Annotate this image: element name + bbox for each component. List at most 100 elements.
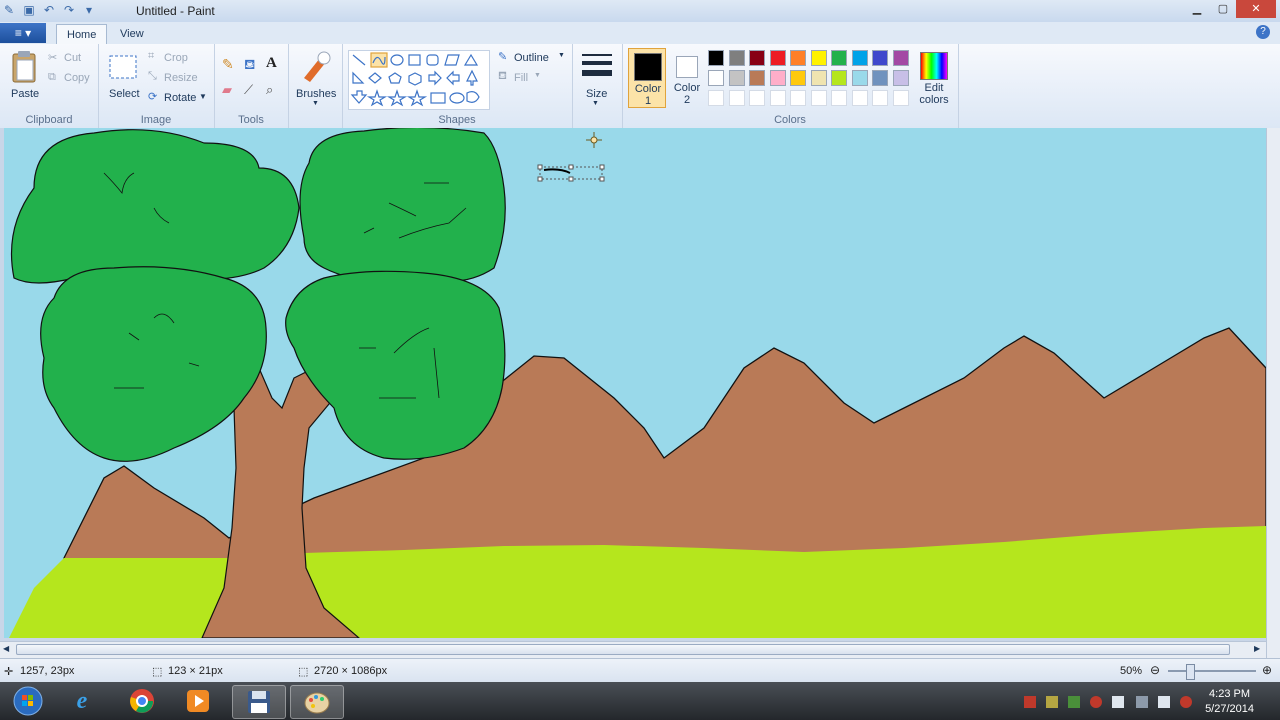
palette-swatch[interactable] <box>728 50 745 66</box>
tray-icon-2[interactable] <box>1046 696 1058 708</box>
palette-swatch[interactable] <box>728 70 745 86</box>
tray-icon-3[interactable] <box>1068 696 1080 708</box>
brushes-button[interactable]: Brushes ▼ <box>292 48 338 108</box>
minimize-button[interactable]: ▁ <box>1184 0 1210 18</box>
palette-swatch[interactable] <box>769 50 786 66</box>
paint-app-icon[interactable]: ✎ <box>2 3 16 17</box>
palette-swatch[interactable] <box>831 50 847 66</box>
shapes-icon <box>350 52 480 107</box>
battery-icon[interactable] <box>1158 696 1170 708</box>
fill-label: Fill <box>514 72 529 84</box>
tab-view[interactable]: View <box>110 24 154 44</box>
custom-color-slot[interactable] <box>810 90 827 106</box>
color-picker-icon[interactable]: ⟋ <box>244 82 253 98</box>
edit-colors-button[interactable]: Edit colors <box>914 48 954 108</box>
network-icon[interactable] <box>1136 696 1148 708</box>
palette-swatch[interactable] <box>810 70 827 86</box>
custom-color-slot[interactable] <box>892 90 909 106</box>
fill-bucket-icon[interactable]: ⛾ <box>244 56 255 75</box>
taskbar-internet-explorer[interactable]: e <box>56 685 108 717</box>
custom-color-slot[interactable] <box>872 90 888 106</box>
zoom-out-icon[interactable]: ⊖ <box>1150 663 1160 677</box>
fill-button[interactable]: ⛾ Fill ▼ <box>498 70 568 86</box>
custom-color-slot[interactable] <box>790 90 806 106</box>
zoom-in-icon[interactable]: ⊕ <box>1262 663 1272 677</box>
palette-swatch[interactable] <box>851 50 868 66</box>
palette-swatch[interactable] <box>831 70 847 86</box>
drawing-canvas[interactable] <box>4 128 1266 638</box>
magnifier-icon[interactable]: ⌕ <box>266 82 273 98</box>
resize-button[interactable]: ⤡ Resize <box>148 70 208 86</box>
taskbar-chrome[interactable] <box>116 685 168 717</box>
palette-swatch[interactable] <box>872 50 888 66</box>
custom-color-slot[interactable] <box>728 90 745 106</box>
clipboard-group: Paste ✂ Cut ⧉ Copy Clipboard <box>0 44 99 128</box>
maximize-button[interactable]: ▢ <box>1210 0 1236 18</box>
tray-icon-1[interactable] <box>1024 696 1036 708</box>
save-icon[interactable]: ▣ <box>22 3 36 17</box>
taskbar-media-player[interactable] <box>172 685 224 717</box>
tray-icon-4[interactable] <box>1090 696 1102 708</box>
size-button[interactable]: Size ▼ <box>578 48 616 108</box>
palette-swatch[interactable] <box>749 70 765 86</box>
shapes-gallery[interactable] <box>348 50 490 110</box>
rotate-button[interactable]: ⟳ Rotate ▼ <box>148 90 208 106</box>
eraser-icon[interactable]: ▰ <box>222 82 232 98</box>
palette-swatch[interactable] <box>749 50 765 66</box>
crop-button[interactable]: ⌗ Crop <box>148 50 208 66</box>
close-button[interactable]: ✕ <box>1236 0 1276 18</box>
palette-swatch[interactable] <box>892 70 909 86</box>
title-bar: ✎ ▣ ↶ ↷ ▾ Untitled - Paint ▁ ▢ ✕ <box>0 0 1280 22</box>
scroll-right-icon[interactable]: ▶ <box>1254 644 1260 653</box>
customize-icon[interactable]: ▾ <box>82 3 96 17</box>
palette-swatch[interactable] <box>851 70 868 86</box>
taskbar-clock[interactable]: 4:23 PM 5/27/2014 <box>1205 687 1254 717</box>
palette-swatch[interactable] <box>708 50 724 66</box>
custom-color-slot[interactable] <box>708 90 724 106</box>
outline-button[interactable]: ✎ Outline ▼ <box>498 50 568 66</box>
brushes-label: Brushes <box>296 88 337 100</box>
taskbar-paint[interactable] <box>290 685 344 719</box>
cut-button[interactable]: ✂ Cut <box>48 50 94 66</box>
color2-button[interactable]: Color 2 <box>670 48 704 108</box>
help-icon[interactable]: ? <box>1256 25 1270 39</box>
palette-swatch[interactable] <box>708 70 724 86</box>
undo-icon[interactable]: ↶ <box>42 3 56 17</box>
custom-color-slot[interactable] <box>851 90 868 106</box>
redo-icon[interactable]: ↷ <box>62 3 76 17</box>
select-button[interactable]: Select <box>104 48 144 102</box>
zoom-slider[interactable] <box>1168 664 1256 680</box>
palette-swatch[interactable] <box>892 50 909 66</box>
zoom-slider-thumb[interactable] <box>1186 664 1195 680</box>
volume-icon[interactable] <box>1180 696 1192 708</box>
text-tool-icon[interactable]: A <box>266 55 277 72</box>
start-button[interactable] <box>2 685 54 717</box>
rotate-icon: ⟳ <box>148 91 158 103</box>
palette-swatch[interactable] <box>769 70 786 86</box>
internet-explorer-icon: e <box>76 687 88 714</box>
pencil-icon[interactable]: ✎ <box>222 56 234 73</box>
tab-home[interactable]: Home <box>56 24 108 45</box>
palette-swatch[interactable] <box>790 50 806 66</box>
palette-swatch[interactable] <box>810 50 827 66</box>
custom-color-slot[interactable] <box>769 90 786 106</box>
app-menu-button[interactable]: ≡ ▾ <box>0 23 46 43</box>
chevron-down-icon: ▼ <box>534 72 541 79</box>
palette-swatch[interactable] <box>872 70 888 86</box>
palette-swatch[interactable] <box>790 70 806 86</box>
scrollbar-thumb[interactable] <box>16 644 1230 655</box>
horizontal-scrollbar[interactable]: ◀ ▶ <box>0 641 1266 658</box>
image-group-label: Image <box>140 114 172 126</box>
flag-icon[interactable] <box>1112 696 1124 708</box>
color1-label: Color 1 <box>634 83 662 107</box>
size-group: Size ▼ <box>572 44 623 128</box>
color1-button[interactable]: Color 1 <box>628 48 666 108</box>
custom-color-slot[interactable] <box>749 90 765 106</box>
custom-color-slot[interactable] <box>831 90 847 106</box>
vertical-scrollbar[interactable] <box>1266 128 1280 658</box>
taskbar-save-app[interactable] <box>232 685 286 719</box>
copy-button[interactable]: ⧉ Copy <box>48 70 94 86</box>
paste-button[interactable]: Paste <box>6 48 42 102</box>
scroll-left-icon[interactable]: ◀ <box>3 644 9 653</box>
canvas-workspace <box>0 128 1270 658</box>
